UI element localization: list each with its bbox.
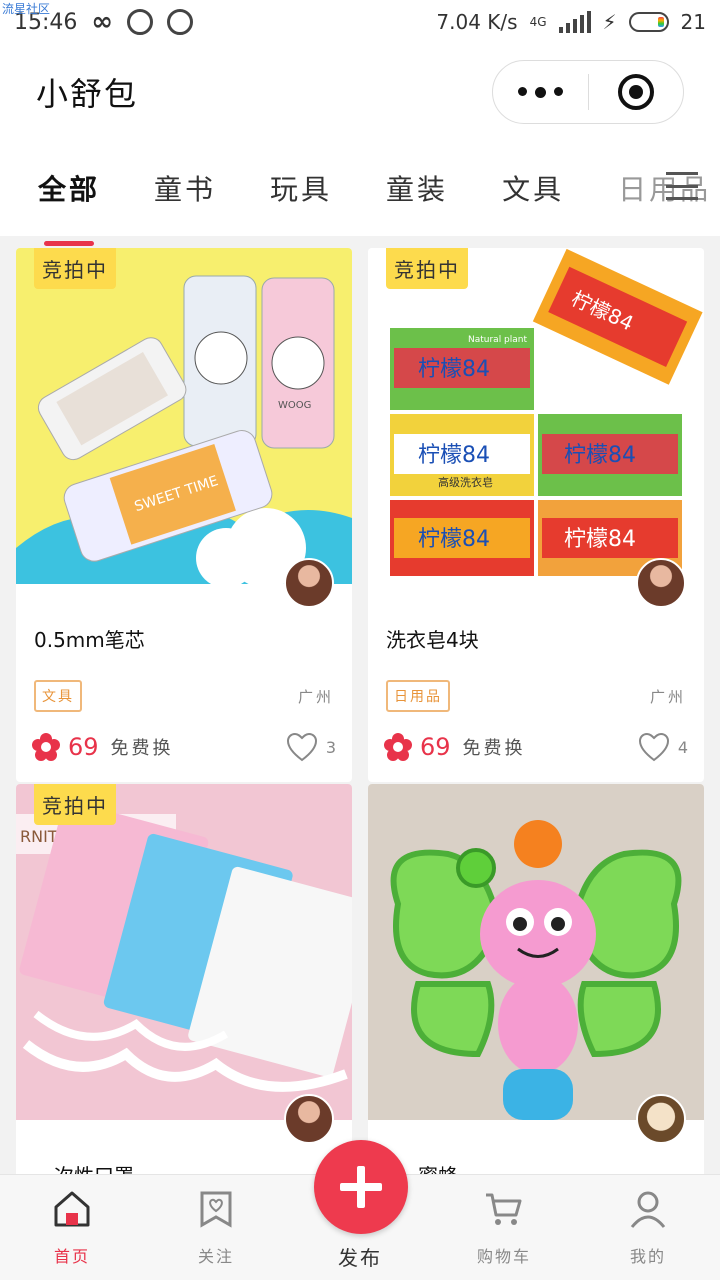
- svg-text:柠檬84: 柠檬84: [564, 443, 636, 468]
- target-icon: [617, 74, 654, 110]
- app-title: 小舒包: [36, 75, 139, 113]
- tab-stationery[interactable]: 文具: [502, 168, 564, 208]
- soap-illustration: 柠檬84 柠檬84 Natural plant 柠檬84 高级洗衣皂 柠檬84 …: [390, 248, 703, 576]
- mask-illustration: RNITURE 家具: [16, 800, 352, 1092]
- product-card[interactable]: 柠檬84 柠檬84 Natural plant 柠檬84 高级洗衣皂 柠檬84 …: [368, 248, 704, 782]
- seller-avatar[interactable]: [636, 558, 686, 608]
- svg-text:柠檬84: 柠檬84: [418, 527, 490, 552]
- charging-icon: ⚡: [602, 10, 617, 34]
- infinity-icon: ∞: [91, 7, 114, 37]
- location-text: 广州: [649, 687, 686, 706]
- tab-all[interactable]: 全部: [38, 168, 100, 246]
- product-image: [368, 784, 704, 1120]
- app-header: 小舒包: [0, 44, 720, 140]
- signal-icon: [558, 11, 591, 33]
- more-dot-icon: [553, 86, 563, 96]
- user-icon: [630, 1191, 666, 1228]
- flower-icon: [32, 733, 60, 761]
- tab-clothing[interactable]: 童装: [386, 168, 448, 208]
- cart-icon: [486, 1193, 522, 1225]
- svg-text:高级洗衣皂: 高级洗衣皂: [438, 475, 493, 489]
- battery-icon: [628, 12, 669, 32]
- battery-level: 21: [680, 10, 706, 34]
- hotspot-icon: [167, 9, 194, 35]
- status-bar: 流星社区 15:46 ∞ 7.04 K/s 4G ⚡ 21: [0, 0, 720, 44]
- category-menu-icon[interactable]: [666, 172, 698, 200]
- svg-text:柠檬84: 柠檬84: [418, 357, 490, 382]
- auction-badge: 竞拍中: [34, 784, 116, 825]
- heart-icon: [638, 732, 669, 762]
- seller-avatar[interactable]: [284, 558, 334, 608]
- more-menu-button[interactable]: [493, 86, 588, 98]
- pen-brand-label: WOOG: [278, 400, 311, 411]
- network-type: 4G: [529, 15, 547, 29]
- auction-badge: 竞拍中: [34, 248, 116, 289]
- publish-label: 发布: [338, 1246, 382, 1270]
- like-button[interactable]: 3: [286, 732, 336, 762]
- more-dot-icon: [517, 86, 527, 96]
- auction-badge: 竞拍中: [386, 248, 468, 289]
- swap-label: 免费换: [110, 738, 174, 759]
- gallery-icon: [127, 9, 154, 35]
- seller-avatar[interactable]: [284, 1094, 334, 1144]
- bee-toy-illustration: [390, 820, 682, 1120]
- miniprogram-capsule: [492, 60, 684, 124]
- category-tabs: 全部 童书 玩具 童装 文具 日用品: [0, 140, 720, 246]
- flower-icon: [384, 733, 412, 761]
- carrier-watermark: 流星社区: [2, 2, 51, 16]
- price-value: 69: [420, 733, 451, 761]
- product-card[interactable]: 蜜蜂: [368, 784, 704, 1204]
- bookmark-heart-icon: [200, 1191, 232, 1228]
- net-speed: 7.04 K/s: [436, 10, 518, 34]
- product-card[interactable]: RNITURE 家具 竞拍中 一次性口罩: [16, 784, 352, 1204]
- like-button[interactable]: 4: [638, 732, 688, 762]
- product-image: 柠檬84 柠檬84 Natural plant 柠檬84 高级洗衣皂 柠檬84 …: [368, 248, 704, 584]
- like-count: 3: [325, 737, 336, 757]
- swap-label: 免费换: [462, 738, 526, 759]
- svg-text:柠檬84: 柠檬84: [564, 527, 636, 552]
- svg-text:Natural plant: Natural plant: [468, 335, 527, 345]
- product-card[interactable]: SWEET TIME WOOG 竞拍中 0.5mm笔芯 文具 广州 69 免费换: [16, 248, 352, 782]
- svg-text:柠檬84: 柠檬84: [418, 443, 490, 468]
- pen-refill-illustration: SWEET TIME WOOG: [16, 275, 352, 584]
- category-tag: 日用品: [386, 680, 450, 712]
- more-dot-icon: [534, 86, 546, 98]
- tab-toys[interactable]: 玩具: [270, 168, 332, 208]
- heart-icon: [286, 732, 317, 762]
- plus-icon: [340, 1166, 382, 1208]
- location-text: 广州: [297, 687, 334, 706]
- publish-button[interactable]: [314, 1140, 408, 1234]
- close-miniprogram-button[interactable]: [589, 74, 684, 110]
- seller-avatar[interactable]: [636, 1094, 686, 1144]
- home-icon: [54, 1191, 90, 1227]
- price-value: 69: [68, 733, 99, 761]
- category-tag: 文具: [34, 680, 82, 712]
- tab-books[interactable]: 童书: [154, 168, 216, 208]
- product-image: SWEET TIME WOOG 竞拍中: [16, 248, 352, 584]
- like-count: 4: [677, 737, 688, 757]
- product-image: RNITURE 家具 竞拍中: [16, 784, 352, 1120]
